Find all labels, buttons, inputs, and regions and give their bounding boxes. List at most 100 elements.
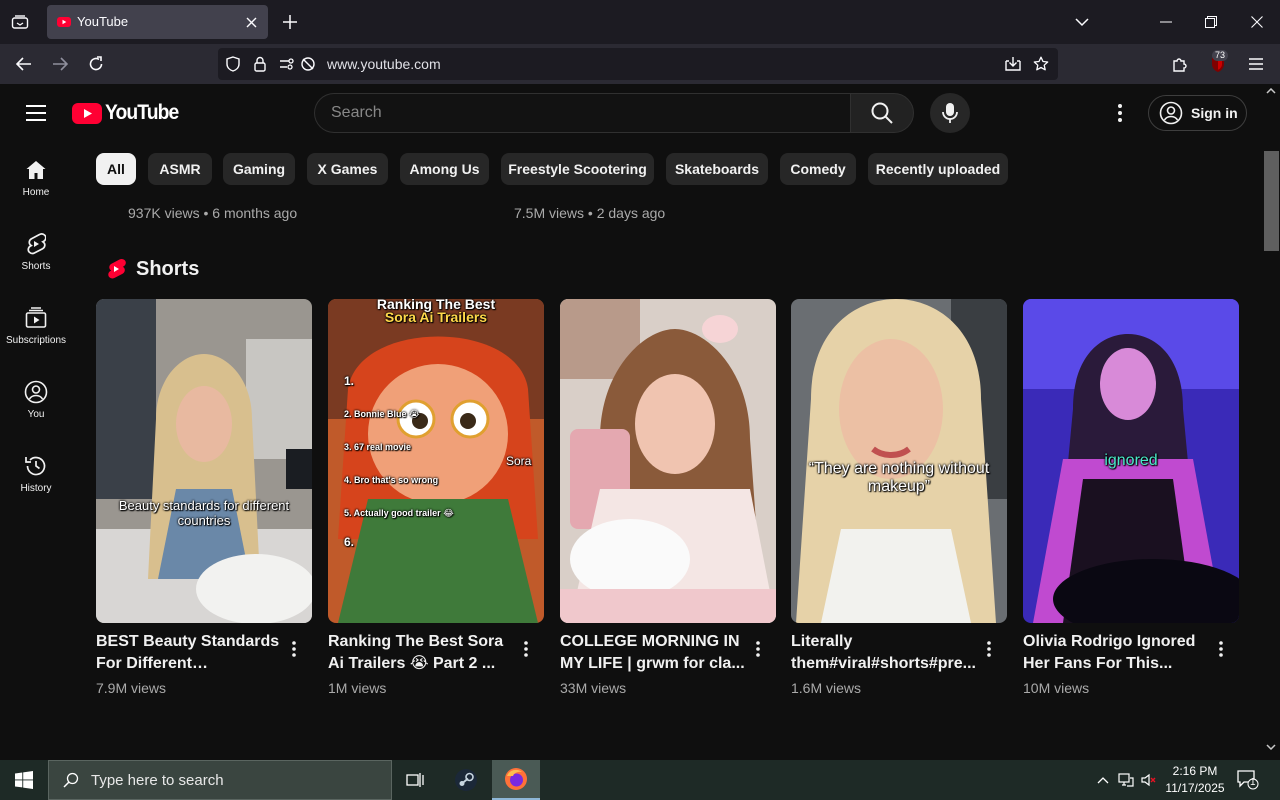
guide-item-history[interactable]: History (0, 438, 72, 508)
short-thumbnail[interactable] (560, 299, 776, 623)
forward-button[interactable] (48, 52, 72, 76)
permissions-icon[interactable] (279, 56, 295, 72)
network-icon (1118, 773, 1134, 787)
search-button[interactable] (850, 93, 914, 133)
windows-taskbar: Type here to search 2:16 PM 11/17/2025 1 (0, 760, 1280, 800)
subscriptions-icon (24, 306, 48, 330)
chevron-down-icon (1075, 17, 1089, 26)
short-overlay-list-item: 5. Actually good trailer 😂 (344, 508, 454, 518)
tab-title: YouTube (77, 14, 129, 29)
more-vertical-icon (1118, 104, 1122, 122)
chip-recently-uploaded[interactable]: Recently uploaded (868, 153, 1008, 185)
short-thumbnail[interactable]: ignored (1023, 299, 1239, 623)
short-menu-button[interactable] (516, 637, 536, 661)
search-icon (63, 772, 79, 788)
volume-tray-button[interactable] (1141, 772, 1157, 788)
shorts-logo-icon (108, 258, 126, 279)
short-menu-button[interactable] (979, 637, 999, 661)
microphone-icon (942, 103, 958, 123)
restore-window-button[interactable] (1201, 12, 1221, 32)
scrollbar-thumb[interactable] (1264, 151, 1279, 251)
extensions-button[interactable] (1168, 52, 1192, 76)
hamburger-menu-icon (1249, 58, 1263, 70)
settings-more-button[interactable] (1108, 101, 1132, 125)
sign-in-button[interactable]: Sign in (1148, 95, 1247, 131)
short-menu-button[interactable] (1211, 637, 1231, 661)
network-tray-button[interactable] (1118, 772, 1134, 788)
chip-all[interactable]: All (96, 153, 136, 185)
short-menu-button[interactable] (284, 637, 304, 661)
scroll-down-arrow-icon[interactable] (1266, 744, 1276, 750)
guide-item-label: Shorts (21, 261, 51, 272)
search-box[interactable] (314, 93, 851, 133)
task-view-icon (406, 773, 424, 787)
chip-skateboards[interactable]: Skateboards (666, 153, 768, 185)
task-view-button[interactable] (392, 760, 440, 800)
voice-search-button[interactable] (930, 93, 970, 133)
close-window-button[interactable] (1247, 12, 1267, 32)
firefox-taskbar-button[interactable] (492, 760, 540, 800)
shorts-shelf-header: Shorts (106, 256, 199, 282)
video-metadata: 7.5M views • 2 days ago (514, 205, 666, 221)
chip-among-us[interactable]: Among Us (400, 153, 489, 185)
chip-x-games[interactable]: X Games (307, 153, 388, 185)
short-overlay-list-item: 4. Bro that's so wrong (344, 475, 439, 485)
short-thumbnail[interactable]: Beauty standards for different countries (96, 299, 312, 623)
short-overlay-text: “They are nothing without makeup” (808, 460, 990, 495)
start-button[interactable] (0, 760, 48, 800)
chip-comedy[interactable]: Comedy (780, 153, 856, 185)
url-bar[interactable]: www.youtube.com (218, 48, 1058, 80)
reload-button[interactable] (84, 52, 108, 76)
new-tab-button[interactable] (280, 12, 300, 32)
guide-item-subscriptions[interactable]: Subscriptions (0, 290, 72, 360)
tracking-protection-shield-icon[interactable] (225, 56, 241, 72)
show-hidden-icons-button[interactable] (1095, 772, 1111, 788)
scroll-up-arrow-icon[interactable] (1266, 88, 1276, 94)
short-thumbnail[interactable]: Ranking The Best Sora Ai Trailers 1. 2. … (328, 299, 544, 623)
chip-gaming[interactable]: Gaming (223, 153, 295, 185)
short-title[interactable]: Literally them#viral#shorts#pre... (791, 631, 977, 675)
tab-close-button[interactable] (243, 14, 259, 30)
search-input[interactable] (331, 104, 831, 122)
steam-taskbar-button[interactable] (442, 760, 490, 800)
youtube-logo-text: YouTube (105, 101, 179, 124)
tab-list-button[interactable] (8, 10, 32, 34)
short-menu-button[interactable] (748, 637, 768, 661)
chip-asmr[interactable]: ASMR (148, 153, 212, 185)
short-title[interactable]: Olivia Rodrigo Ignored Her Fans For This… (1023, 631, 1209, 675)
minimize-window-button[interactable] (1156, 12, 1176, 32)
action-center-button[interactable]: 1 (1234, 768, 1262, 792)
youtube-logo[interactable]: YouTube (72, 101, 185, 124)
chevron-up-icon (1097, 777, 1109, 784)
plus-icon (283, 15, 297, 29)
account-circle-icon (1159, 101, 1183, 125)
taskbar-search-box[interactable]: Type here to search (48, 760, 392, 800)
save-to-pocket-icon[interactable] (1005, 56, 1021, 72)
short-title[interactable]: COLLEGE MORNING IN MY LIFE | grwm for cl… (560, 631, 746, 675)
short-title[interactable]: Ranking The Best Sora Ai Trailers 😭 Part… (328, 631, 514, 675)
list-all-tabs-button[interactable] (1072, 12, 1092, 32)
chip-freestyle-scootering[interactable]: Freestyle Scootering (501, 153, 654, 185)
history-icon (24, 454, 48, 478)
guide-item-shorts[interactable]: Shorts (0, 216, 72, 286)
url-text[interactable]: www.youtube.com (327, 56, 441, 72)
bookmark-star-icon[interactable] (1033, 56, 1049, 72)
shorts-section-title: Shorts (136, 257, 200, 280)
taskbar-clock[interactable]: 2:16 PM 11/17/2025 (1160, 763, 1230, 797)
app-menu-button[interactable] (1244, 52, 1268, 76)
back-button[interactable] (12, 52, 36, 76)
guide-item-home[interactable]: Home (0, 142, 72, 212)
camera-blocked-icon[interactable] (300, 56, 316, 72)
browser-tab-youtube[interactable]: YouTube (47, 5, 268, 39)
youtube-masthead: YouTube Sign in (0, 84, 1262, 142)
lock-icon[interactable] (252, 56, 268, 72)
short-overlay-list-item: 1. (344, 374, 355, 388)
short-thumbnail[interactable]: “They are nothing without makeup” (791, 299, 1007, 623)
page-scrollbar[interactable] (1262, 84, 1280, 760)
guide-menu-button[interactable] (22, 99, 50, 127)
short-title[interactable]: BEST Beauty Standards For Different Coun… (96, 631, 282, 675)
browser-nav-bar: www.youtube.com 73 (0, 44, 1280, 84)
notification-count: 1 (1250, 777, 1256, 788)
short-views: 10M views (1023, 680, 1090, 696)
guide-item-you[interactable]: You (0, 364, 72, 434)
